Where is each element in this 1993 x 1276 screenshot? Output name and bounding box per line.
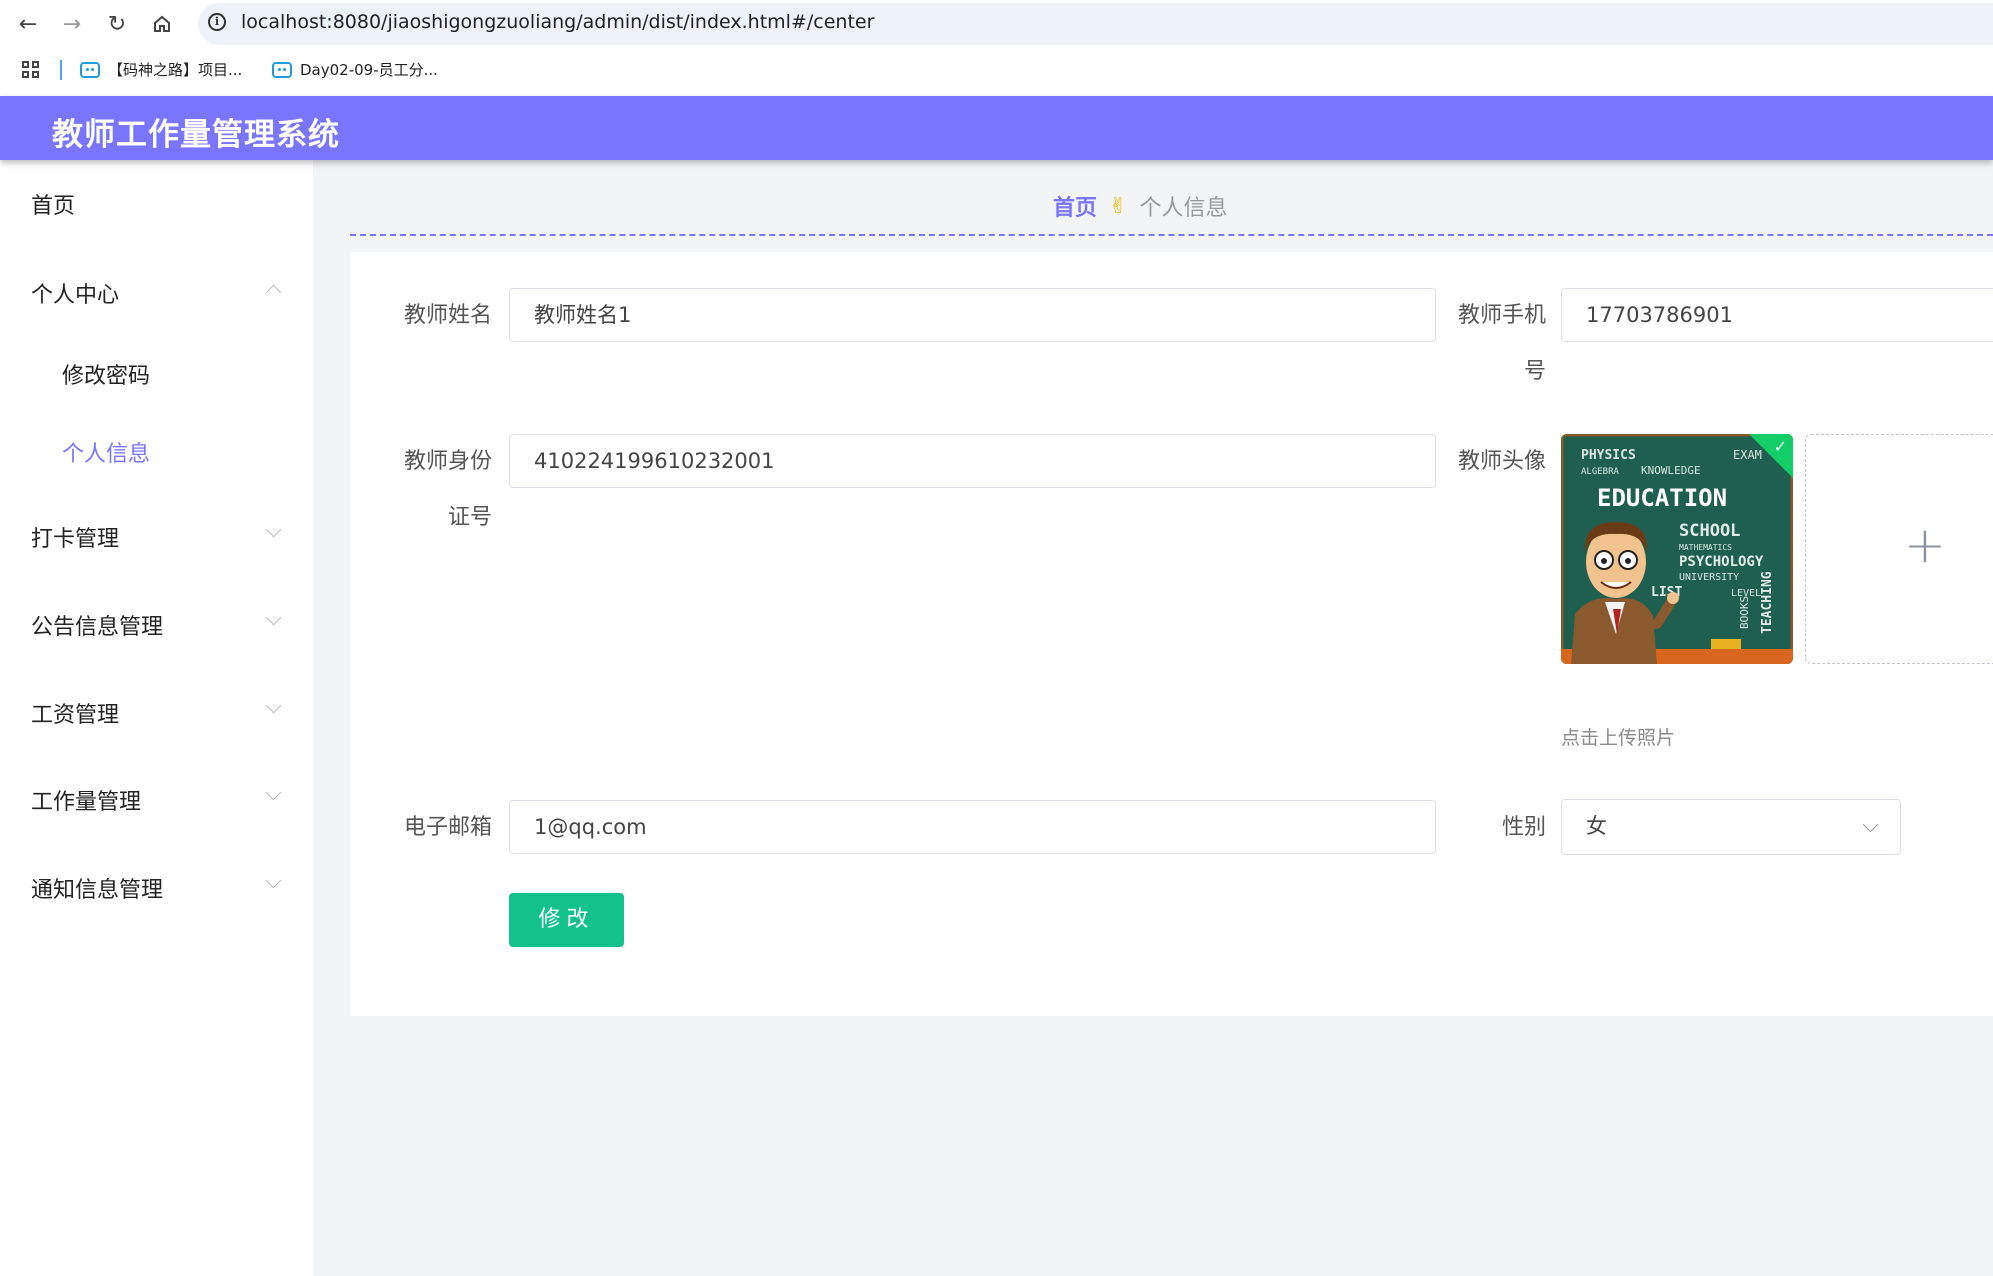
submit-button[interactable]: 修改: [509, 893, 624, 947]
avatar-word: ALGEBRA: [1581, 467, 1620, 477]
breadcrumb-divider: [350, 234, 1993, 236]
avatar-word: TEACHING: [1760, 571, 1775, 634]
check-icon: ✓: [1773, 437, 1787, 456]
avatar-word: SCHOOL: [1679, 521, 1740, 541]
name-label: 教师姓名: [403, 303, 492, 328]
chevron-down-icon: [265, 521, 282, 538]
app-header: 教师工作量管理系统: [0, 96, 1993, 160]
bilibili-icon: [80, 61, 100, 78]
chevron-down-icon: [265, 784, 282, 801]
name-input[interactable]: 教师姓名1: [509, 288, 1436, 342]
sidebar: 首页 个人中心 修改密码 个人信息 打卡管理 公告信息管理 工资管理 工作量管理…: [0, 160, 313, 1276]
sidebar-item-announcements[interactable]: 公告信息管理: [31, 609, 163, 641]
phone-label-line2: 号: [1523, 359, 1546, 384]
sidebar-item-workload[interactable]: 工作量管理: [31, 784, 141, 816]
email-label: 电子邮箱: [403, 815, 492, 840]
avatar-word: EDUCATION: [1597, 484, 1727, 512]
bookmark-separator: [60, 60, 62, 80]
reload-icon[interactable]: ↻: [101, 8, 133, 40]
breadcrumb-home[interactable]: 首页: [1053, 190, 1097, 222]
browser-chrome: ← → ↻ i localhost:8080/jiaoshigongzuolia…: [0, 0, 1993, 96]
plus-icon: +: [1904, 516, 1946, 574]
bookmark-2-label: Day02-09-员工分...: [300, 61, 438, 79]
sidebar-item-attendance[interactable]: 打卡管理: [31, 521, 119, 553]
idcard-label: 教师身份: [403, 449, 492, 474]
bilibili-icon: [272, 61, 292, 78]
idcard-input[interactable]: 410224199610232001: [509, 434, 1436, 488]
sidebar-item-personal-center[interactable]: 个人中心: [31, 277, 119, 309]
victory-hand-icon: ✌: [1109, 193, 1128, 219]
bookmark-1[interactable]: 【码神之路】项目...: [80, 59, 242, 80]
breadcrumb-current: 个人信息: [1139, 196, 1228, 221]
avatar-label: 教师头像: [1457, 449, 1546, 474]
gender-select[interactable]: 女: [1561, 799, 1901, 855]
url-text[interactable]: localhost:8080/jiaoshigongzuoliang/admin…: [241, 11, 874, 33]
sidebar-item-home[interactable]: 首页: [31, 188, 75, 220]
avatar-word: PHYSICS: [1581, 448, 1636, 463]
app-title: 教师工作量管理系统: [52, 117, 340, 153]
avatar-image[interactable]: PHYSICS EXAM ALGEBRA KNOWLEDGE EDUCATION…: [1561, 434, 1793, 664]
apps-grid-icon[interactable]: [22, 61, 40, 79]
upload-box[interactable]: +: [1805, 434, 1993, 664]
site-info-icon[interactable]: i: [208, 13, 226, 31]
sidebar-item-personal-info[interactable]: 个人信息: [62, 436, 150, 468]
chevron-down-icon: [1862, 816, 1879, 833]
sidebar-item-change-password[interactable]: 修改密码: [62, 358, 150, 390]
forward-icon[interactable]: →: [56, 8, 88, 40]
avatar-word: MATHEMATICS: [1679, 543, 1732, 552]
avatar-word: PSYCHOLOGY: [1679, 554, 1764, 570]
bookmark-2[interactable]: Day02-09-员工分...: [272, 59, 438, 80]
chevron-down-icon: [265, 697, 282, 714]
chevron-down-icon: [265, 609, 282, 626]
gender-select-value: 女: [1586, 814, 1607, 838]
chevron-up-icon: [265, 284, 282, 301]
avatar-word: KNOWLEDGE: [1641, 464, 1701, 477]
sidebar-item-salary[interactable]: 工资管理: [31, 697, 119, 729]
phone-input[interactable]: 17703786901: [1561, 288, 1993, 342]
sidebar-item-notifications[interactable]: 通知信息管理: [31, 872, 163, 904]
idcard-label-line2: 证号: [447, 505, 492, 530]
avatar-word: BOOKS: [1738, 596, 1751, 629]
avatar-word: UNIVERSITY: [1679, 572, 1739, 583]
bookmark-1-label: 【码神之路】项目...: [108, 61, 243, 79]
home-icon[interactable]: [146, 8, 178, 40]
breadcrumb: 首页 ✌ 个人信息: [1053, 190, 1227, 222]
phone-label: 教师手机: [1457, 303, 1546, 328]
email-input[interactable]: 1@qq.com: [509, 800, 1436, 854]
upload-tip: 点击上传照片: [1561, 727, 1676, 749]
gender-label: 性别: [1501, 815, 1546, 840]
chevron-down-icon: [265, 872, 282, 889]
back-icon[interactable]: ←: [12, 8, 44, 40]
